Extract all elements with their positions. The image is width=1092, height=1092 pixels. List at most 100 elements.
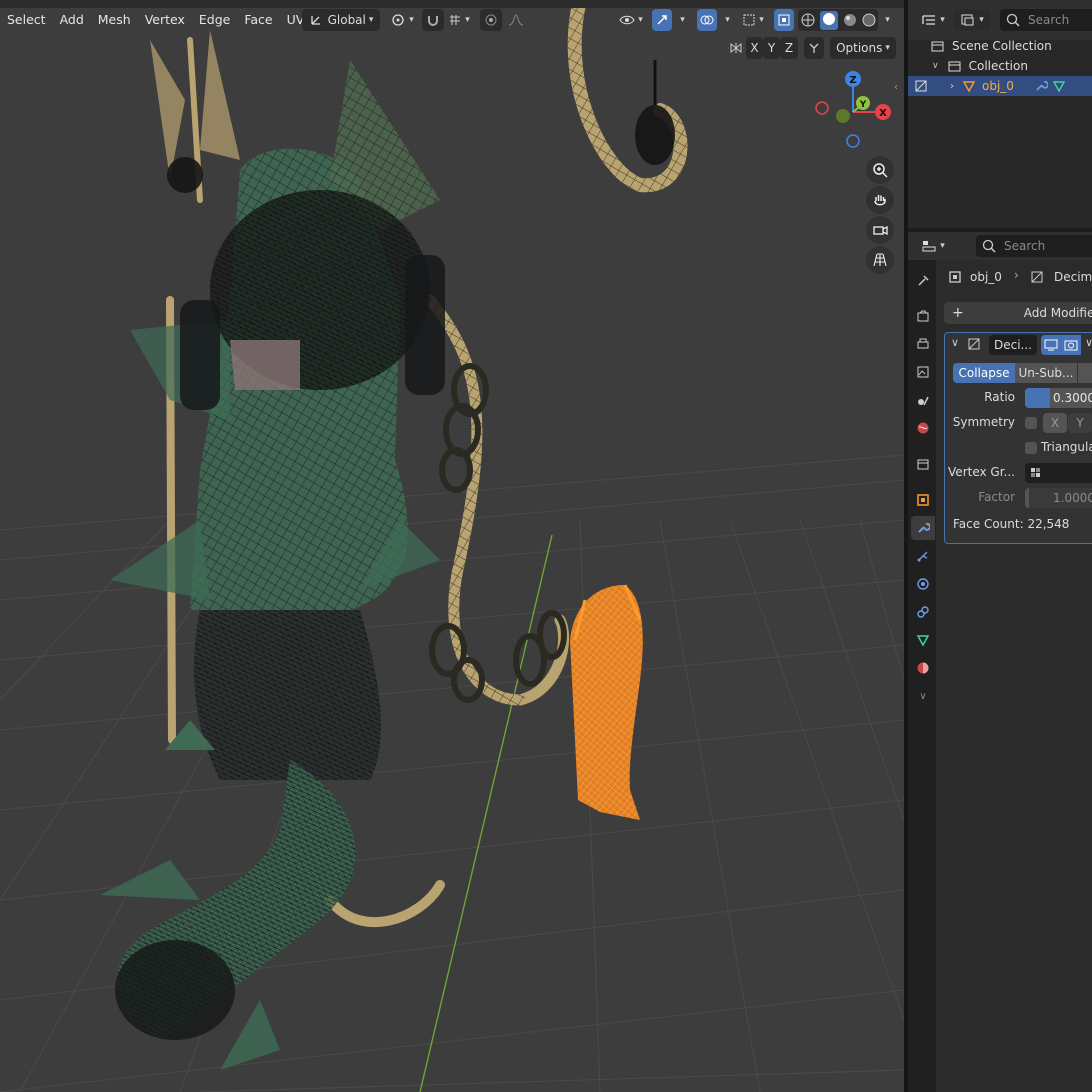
constraint-icon [917, 606, 929, 618]
symmetry-x-button[interactable]: X [1043, 413, 1067, 433]
editor-type-dropdown[interactable]: ▾ [916, 9, 950, 31]
camera-view-button[interactable] [866, 216, 894, 244]
pivot-point-dropdown[interactable]: ▾ [386, 9, 418, 31]
pan-button[interactable] [866, 186, 894, 214]
mode-collapse-button[interactable]: Collapse [953, 363, 1015, 383]
mesh-data-icon [916, 635, 930, 647]
ratio-slider[interactable]: 0.3000 [1025, 388, 1092, 408]
tab-collection[interactable] [911, 452, 935, 476]
3d-viewport[interactable]: Select Add Mesh Vertex Edge Face UV Glob… [0, 0, 904, 1092]
triangulate-checkbox[interactable] [1025, 442, 1037, 454]
add-modifier-button[interactable]: + Add Modifier [944, 302, 1092, 324]
tab-view-layer[interactable] [911, 360, 935, 384]
collapse-panel-icon[interactable]: ∨ [951, 336, 959, 349]
modifier-name-field[interactable]: Deci... [989, 335, 1037, 355]
rendered-shading-icon[interactable] [862, 13, 876, 27]
mesh-edit-overlays-dropdown[interactable]: ▾ [738, 9, 768, 31]
blender-window: Select Add Mesh Vertex Edge Face UV Glob… [0, 0, 1092, 1092]
proportional-edit-icon [485, 14, 497, 26]
navigation-gizmo[interactable]: Z X Y [810, 68, 898, 156]
menu-edge[interactable]: Edge [192, 9, 237, 31]
shading-dropdown[interactable]: ▾ [878, 9, 894, 31]
tab-output[interactable] [911, 332, 935, 356]
edit-mode-icon[interactable] [914, 79, 928, 93]
gizmo-neg-y-axis[interactable] [836, 109, 850, 123]
chevron-down-icon: ▾ [368, 15, 374, 25]
outliner-row-collection[interactable]: ∨ Collection [908, 56, 1092, 76]
perspective-toggle-button[interactable] [866, 246, 894, 274]
transform-orientation-dropdown[interactable]: Global ▾ [302, 9, 380, 31]
mirror-toggle[interactable] [726, 37, 746, 59]
tab-modifiers[interactable] [911, 516, 935, 540]
tab-render[interactable] [911, 304, 935, 328]
outliner-search-input[interactable]: Search [1000, 9, 1092, 31]
hand-icon [874, 195, 886, 206]
symmetry-checkbox[interactable] [1025, 417, 1037, 429]
properties-tabs: ∨ [908, 260, 936, 1092]
snap-toggle[interactable] [422, 9, 444, 31]
show-in-render-toggle[interactable] [1061, 335, 1081, 355]
sidebar-collapse-icon[interactable]: ‹ [894, 82, 898, 93]
overlays-dropdown[interactable]: ▾ [717, 9, 735, 31]
menu-add[interactable]: Add [53, 9, 91, 31]
factor-label: Factor [978, 490, 1015, 504]
decimate-modifier-panel: ∨ Deci... ∨ Collapse Un-Sub... Ratio 0.3… [944, 332, 1092, 544]
tab-constraints[interactable] [911, 600, 935, 624]
menu-face[interactable]: Face [237, 9, 279, 31]
xray-toggle[interactable] [774, 9, 794, 31]
orientation-label: Global [327, 13, 366, 27]
vertex-group-field[interactable] [1025, 463, 1092, 483]
solid-shading-button[interactable] [819, 10, 838, 30]
tab-tool[interactable] [911, 268, 935, 292]
outliner-row-obj_0[interactable]: › obj_0 [908, 76, 1092, 96]
tab-material[interactable] [911, 656, 935, 680]
tab-scene[interactable] [911, 388, 935, 412]
overlays-toggle[interactable] [697, 9, 717, 31]
menu-mesh[interactable]: Mesh [91, 9, 138, 31]
menu-vertex[interactable]: Vertex [138, 9, 192, 31]
gizmo-neg-x-axis[interactable] [815, 101, 829, 115]
visibility-dropdown[interactable]: ▾ [614, 9, 648, 31]
mirror-x-button[interactable]: X [746, 37, 763, 59]
options-dropdown[interactable]: Options ▾ [830, 37, 896, 59]
tab-world[interactable] [911, 416, 935, 440]
expand-arrow-icon[interactable]: › [950, 81, 954, 92]
gizmo-neg-z-axis[interactable] [846, 134, 860, 148]
tab-particles[interactable] [911, 544, 935, 568]
chevron-down-icon[interactable]: ∨ [1085, 336, 1092, 349]
falloff-dropdown[interactable] [502, 9, 530, 31]
properties-search-input[interactable]: Search [976, 235, 1092, 257]
menu-select[interactable]: Select [0, 9, 53, 31]
chevron-down-icon: ▾ [725, 15, 730, 25]
mirror-y-button[interactable]: Y [763, 37, 780, 59]
tab-physics[interactable] [911, 572, 935, 596]
gizmo-toggle[interactable] [652, 9, 672, 31]
zoom-button[interactable] [866, 156, 894, 184]
chevron-down-icon: ∨ [919, 690, 927, 702]
show-in-editmode-toggle[interactable] [1041, 335, 1061, 355]
mode-planar-button[interactable] [1078, 363, 1092, 383]
viewport-scene[interactable] [0, 0, 904, 1092]
gizmo-dropdown[interactable]: ▾ [672, 9, 690, 31]
expand-arrow-icon[interactable]: ∨ [932, 61, 939, 71]
snap-target-dropdown[interactable]: ▾ [444, 9, 474, 31]
symmetry-y-button[interactable]: Y [1068, 413, 1092, 433]
tab-object[interactable] [911, 488, 935, 512]
display-mode-dropdown[interactable]: ▾ [954, 9, 990, 31]
factor-slider-fill [1025, 488, 1029, 508]
material-shading-icon[interactable] [843, 13, 857, 27]
tab-data[interactable] [911, 628, 935, 652]
outliner-row-scene-collection[interactable]: Scene Collection [908, 36, 1092, 56]
mirror-z-button[interactable]: Z [780, 37, 798, 59]
vertex-group-icon [1031, 468, 1040, 477]
decimate-icon [968, 338, 980, 350]
printer-icon [917, 338, 929, 349]
editor-type-dropdown[interactable]: ▾ [916, 235, 950, 257]
proportional-edit-toggle[interactable] [480, 9, 502, 31]
mode-unsubdiv-button[interactable]: Un-Sub... [1015, 363, 1077, 383]
wireframe-shading-icon[interactable] [801, 13, 815, 27]
auto-merge-toggle[interactable] [804, 37, 824, 59]
factor-slider[interactable]: 1.0000 [1025, 488, 1092, 508]
selected-mesh-obj_0[interactable] [570, 584, 643, 820]
tabs-more-chevron[interactable]: ∨ [911, 684, 935, 708]
